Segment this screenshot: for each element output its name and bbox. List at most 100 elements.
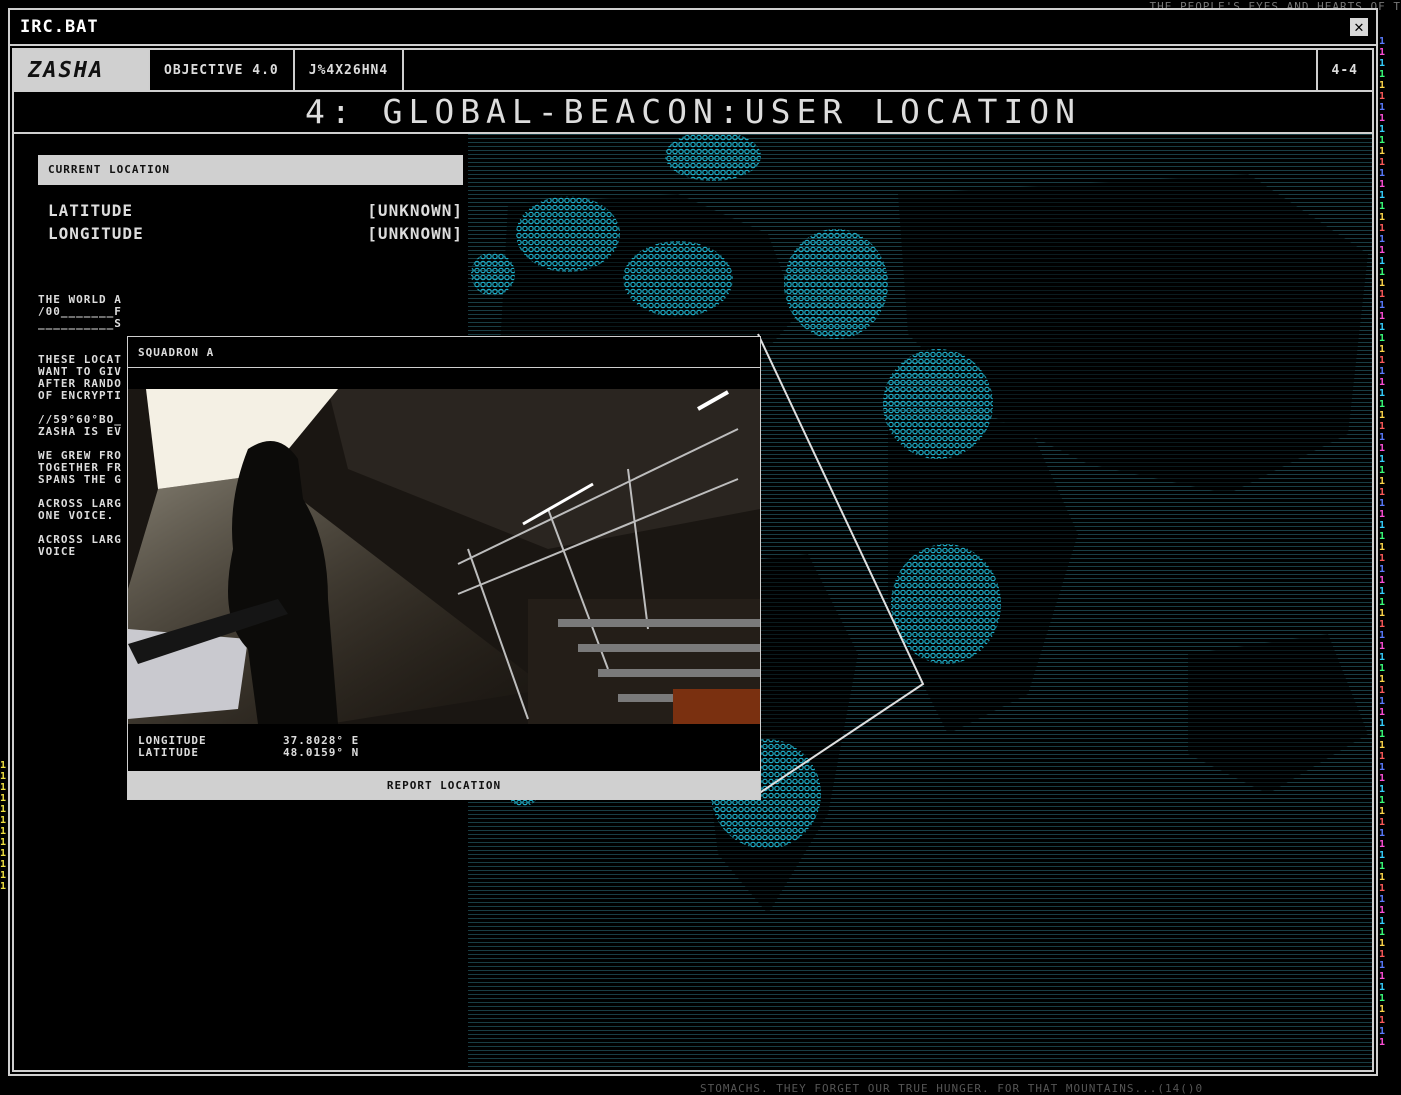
glitch-glyph: 1 xyxy=(1379,333,1386,344)
tab-objective[interactable]: OBJECTIVE 4.0 xyxy=(150,50,295,90)
tab-code[interactable]: J%4X26HN4 xyxy=(295,50,405,90)
glitch-glyph: 1 xyxy=(1379,773,1386,784)
info-paragraph: THE WORLD A /00_______F __________S xyxy=(38,294,122,330)
glitch-glyph: 1 xyxy=(1379,641,1386,652)
glitch-glyph: 1 xyxy=(1379,69,1386,80)
window-title: IRC.BAT xyxy=(20,17,99,37)
glitch-glyph: 1 xyxy=(1379,663,1386,674)
report-location-button[interactable]: REPORT LOCATION xyxy=(128,771,760,799)
glitch-glyph: 1 xyxy=(1379,267,1386,278)
glitch-glyph: 1 xyxy=(1379,146,1386,157)
glitch-glyph: 1 xyxy=(1379,619,1386,630)
glitch-glyph: 1 xyxy=(1379,696,1386,707)
page-indicator: 4-4 xyxy=(1331,62,1358,78)
glitch-glyph: 1 xyxy=(1379,718,1386,729)
glitch-glyph: 1 xyxy=(1379,828,1386,839)
glitch-glyph: 1 xyxy=(1379,245,1386,256)
glitch-glyph: 1 xyxy=(1379,575,1386,586)
glitch-glyph: 1 xyxy=(1379,949,1386,960)
longitude-value: [UNKNOWN] xyxy=(367,224,463,243)
close-icon[interactable]: ✕ xyxy=(1350,18,1368,36)
info-paragraph: ACROSS LARG VOICE xyxy=(38,534,122,558)
glitch-glyph: 1 xyxy=(1379,982,1386,993)
glitch-glyph: 1 xyxy=(1379,410,1386,421)
glitch-glyph: 1 xyxy=(1379,476,1386,487)
glitch-glyph: 1 xyxy=(1379,1004,1386,1015)
glitch-glyph: 1 xyxy=(1379,465,1386,476)
glitch-glyph: 1 xyxy=(1379,1037,1386,1048)
glitch-glyph: 1 xyxy=(1379,630,1386,641)
glitch-glyph: 1 xyxy=(1379,938,1386,949)
glitch-glyph: 1 xyxy=(1379,399,1386,410)
current-location-header: CURRENT LOCATION xyxy=(38,155,463,185)
glitch-glyph: 1 xyxy=(1379,102,1386,113)
glitch-glyph: 1 xyxy=(1379,817,1386,828)
info-paragraph: ACROSS LARG ONE VOICE. xyxy=(38,498,122,522)
glitch-glyph: 1 xyxy=(1379,927,1386,938)
glitch-glyph: 1 xyxy=(1379,201,1386,212)
glitch-glyph: 1 xyxy=(1379,91,1386,102)
background-text-bottom: STOMACHS. THEY FORGET OUR TRUE HUNGER. F… xyxy=(700,1082,1204,1095)
glitch-glyph: 1 xyxy=(1379,531,1386,542)
glitch-glyph: 1 xyxy=(1379,905,1386,916)
glitch-glyph: 1 xyxy=(1379,685,1386,696)
glitch-glyph: 1 xyxy=(1379,113,1386,124)
squadron-popup: SQUADRON A LONGITUDE 37.8028° E LATITUDE… xyxy=(127,336,761,800)
glitch-glyph: 1 xyxy=(1379,80,1386,91)
window-titlebar[interactable]: IRC.BAT ✕ xyxy=(10,10,1376,46)
latitude-row: LATITUDE [UNKNOWN] xyxy=(48,201,463,220)
glitch-glyph: 1 xyxy=(1379,179,1386,190)
glitch-glyph: 1 xyxy=(1379,883,1386,894)
popup-coordinates: LONGITUDE 37.8028° E LATITUDE 48.0159° N xyxy=(138,735,359,759)
glitch-glyph: 1 xyxy=(1379,421,1386,432)
glitch-glyph: 1 xyxy=(1379,344,1386,355)
glitch-glyph: 1 xyxy=(1379,168,1386,179)
glitch-glyph: 1 xyxy=(1379,366,1386,377)
glitch-glyph: 1 xyxy=(1379,212,1386,223)
glitch-glyph: 1 xyxy=(1379,498,1386,509)
glitch-glyph: 1 xyxy=(1379,916,1386,927)
glitch-glyph: 1 xyxy=(1379,586,1386,597)
longitude-row: LONGITUDE [UNKNOWN] xyxy=(48,224,463,243)
page-title: 4: GLOBAL-BEACON:USER LOCATION xyxy=(14,92,1372,134)
glitch-glyph: 1 xyxy=(1379,377,1386,388)
popup-title: SQUADRON A xyxy=(128,337,760,368)
glitch-glyph: 1 xyxy=(1379,256,1386,267)
info-paragraph: THESE LOCAT WANT TO GIV AFTER RANDO OF E… xyxy=(38,354,122,402)
glitch-glyph: 1 xyxy=(1379,355,1386,366)
zasha-logo: ZASHA xyxy=(14,50,150,90)
glitch-glyph: 1 xyxy=(1379,806,1386,817)
glitch-glyph: 1 xyxy=(1379,520,1386,531)
glitch-glyph: 1 xyxy=(1379,157,1386,168)
glitch-glyph: 1 xyxy=(1379,289,1386,300)
glitch-glyph: 1 xyxy=(1379,553,1386,564)
main-content: CURRENT LOCATION LATITUDE [UNKNOWN] LONG… xyxy=(14,134,1372,1070)
background-glitch-column: 1111111111111111111111111111111111111111… xyxy=(1379,36,1401,1056)
glitch-glyph: 1 xyxy=(1379,432,1386,443)
glitch-glyph: 1 xyxy=(1379,223,1386,234)
glitch-glyph: 1 xyxy=(1379,1026,1386,1037)
glitch-glyph: 1 xyxy=(1379,861,1386,872)
glitch-glyph: 1 xyxy=(1379,509,1386,520)
glitch-glyph: 1 xyxy=(1379,740,1386,751)
glitch-glyph: 1 xyxy=(1379,190,1386,201)
glitch-glyph: 1 xyxy=(1379,993,1386,1004)
glitch-glyph: 1 xyxy=(1379,388,1386,399)
glitch-glyph: 1 xyxy=(1379,487,1386,498)
glitch-glyph: 1 xyxy=(1379,36,1386,47)
glitch-glyph: 1 xyxy=(1379,311,1386,322)
info-paragraph: WE GREW FRO TOGETHER FR SPANS THE G xyxy=(38,450,122,486)
glitch-glyph: 1 xyxy=(1379,971,1386,982)
latitude-label: LATITUDE xyxy=(48,201,134,220)
glitch-glyph: 1 xyxy=(1379,454,1386,465)
glitch-glyph: 1 xyxy=(1379,850,1386,861)
glitch-glyph: 1 xyxy=(1379,762,1386,773)
glitch-glyph: 1 xyxy=(1379,564,1386,575)
glitch-glyph: 1 xyxy=(1379,278,1386,289)
glitch-glyph: 1 xyxy=(1379,234,1386,245)
irc-window: IRC.BAT ✕ ZASHA OBJECTIVE 4.0 J%4X26HN4 … xyxy=(8,8,1378,1076)
glitch-glyph: 1 xyxy=(1379,795,1386,806)
glitch-glyph: 1 xyxy=(1379,300,1386,311)
glitch-glyph: 1 xyxy=(1379,707,1386,718)
popup-latitude-label: LATITUDE xyxy=(138,746,199,759)
